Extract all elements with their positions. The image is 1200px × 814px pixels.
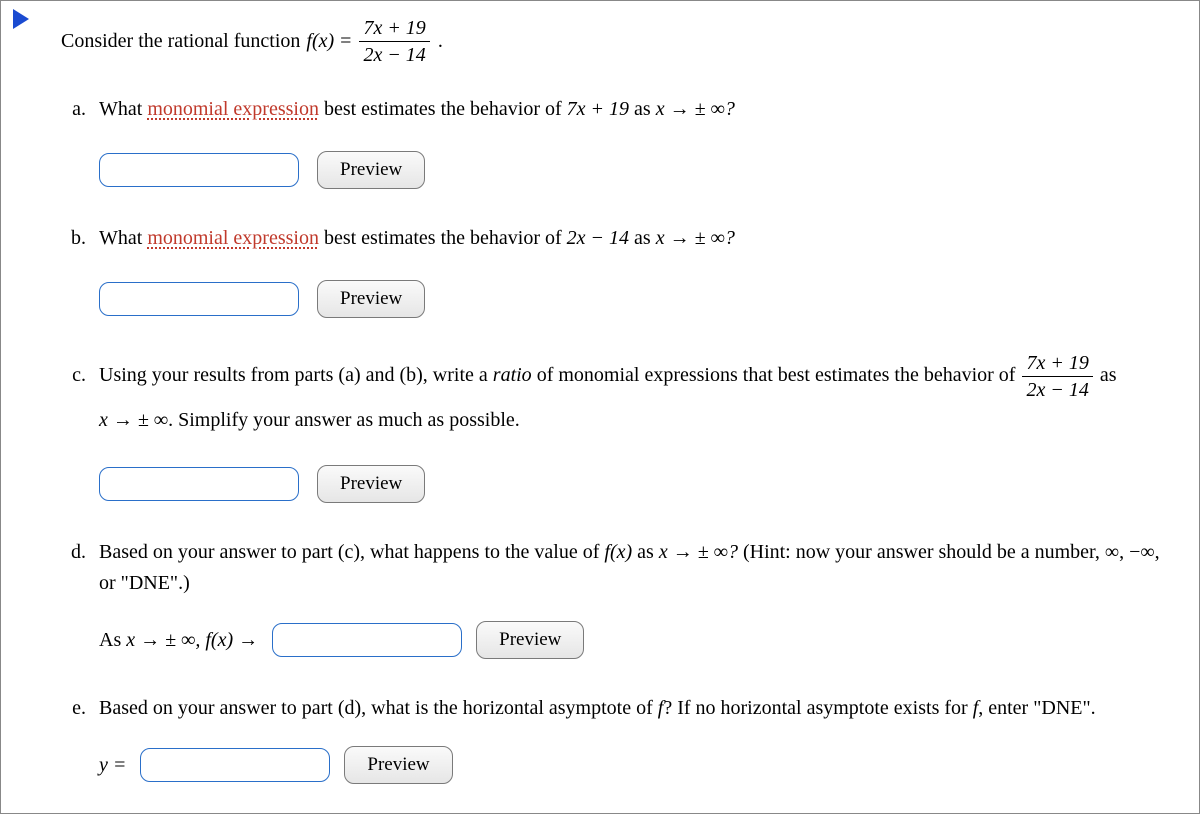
part-c: Using your results from parts (a) and (b… bbox=[91, 352, 1181, 503]
c-frac-num: 7x + 19 bbox=[1022, 352, 1092, 374]
a-limit: x → ± ∞? bbox=[656, 98, 735, 120]
b-post1: best estimates the behavior of bbox=[319, 227, 567, 249]
question-page: Consider the rational function f(x) = 7x… bbox=[0, 0, 1200, 814]
c-answer-row: Preview bbox=[99, 465, 1181, 503]
c-post1: of monomial expressions that best estima… bbox=[532, 364, 1021, 386]
part-e: Based on your answer to part (d), what i… bbox=[91, 693, 1181, 784]
d-input[interactable] bbox=[272, 623, 462, 657]
a-expr: 7x + 19 bbox=[567, 98, 629, 120]
e-input[interactable] bbox=[140, 748, 330, 782]
b-input[interactable] bbox=[99, 282, 299, 316]
d-inline-prefix: As bbox=[99, 629, 126, 651]
c-fraction: 7x + 19 2x − 14 bbox=[1022, 352, 1092, 401]
intro-period: . bbox=[438, 30, 443, 53]
part-b: What monomial expression best estimates … bbox=[91, 223, 1181, 318]
c-limit: x → ± ∞ bbox=[99, 409, 168, 431]
part-b-text: What monomial expression best estimates … bbox=[99, 223, 1181, 254]
d-pre: Based on your answer to part (c), what h… bbox=[99, 541, 604, 563]
a-post1: best estimates the behavior of bbox=[319, 98, 567, 120]
d-inline-label: As x → ± ∞, f(x) → bbox=[99, 629, 258, 652]
d-inline-fx: f(x) bbox=[205, 629, 233, 651]
e-preview-button[interactable]: Preview bbox=[344, 746, 452, 784]
d-inline-arrow: → bbox=[233, 629, 258, 651]
part-e-text: Based on your answer to part (d), what i… bbox=[99, 693, 1181, 724]
a-pre: What bbox=[99, 98, 147, 120]
c-preview-button[interactable]: Preview bbox=[317, 465, 425, 503]
d-inline-limit: x → ± ∞, bbox=[126, 629, 205, 651]
a-answer-row: Preview bbox=[99, 151, 1181, 189]
intro-fx: f(x) bbox=[306, 30, 334, 53]
d-fx: f(x) bbox=[604, 541, 632, 563]
c-pre: Using your results from parts (a) and (b… bbox=[99, 364, 493, 386]
b-answer-row: Preview bbox=[99, 280, 1181, 318]
a-input[interactable] bbox=[99, 153, 299, 187]
monomial-link-a[interactable]: monomial expression bbox=[147, 98, 319, 120]
intro-equals: = bbox=[340, 30, 351, 53]
fraction-bar bbox=[1022, 376, 1092, 377]
intro-lead: Consider the rational function bbox=[61, 30, 300, 53]
b-expr: 2x − 14 bbox=[567, 227, 629, 249]
intro-frac-num: 7x + 19 bbox=[359, 17, 429, 39]
intro-frac-den: 2x − 14 bbox=[359, 44, 429, 66]
c-input[interactable] bbox=[99, 467, 299, 501]
c-post2: as bbox=[1095, 364, 1117, 386]
e-yeq: y = bbox=[99, 754, 126, 777]
monomial-link-b[interactable]: monomial expression bbox=[147, 227, 319, 249]
parts-list: What monomial expression best estimates … bbox=[61, 94, 1181, 784]
c-ratio: ratio bbox=[493, 364, 532, 386]
part-d: Based on your answer to part (c), what h… bbox=[91, 537, 1181, 659]
intro-text: Consider the rational function f(x) = 7x… bbox=[61, 17, 1181, 66]
fraction-bar bbox=[359, 41, 429, 42]
part-a: What monomial expression best estimates … bbox=[91, 94, 1181, 189]
d-preview-button[interactable]: Preview bbox=[476, 621, 584, 659]
intro-fraction: 7x + 19 2x − 14 bbox=[359, 17, 429, 66]
e-post2: , enter "DNE". bbox=[978, 697, 1095, 719]
b-pre: What bbox=[99, 227, 147, 249]
e-pre: Based on your answer to part (d), what i… bbox=[99, 697, 658, 719]
e-answer-row: y = Preview bbox=[99, 746, 1181, 784]
b-limit: x → ± ∞? bbox=[656, 227, 735, 249]
d-post1: as bbox=[632, 541, 659, 563]
c-post3: . Simplify your answer as much as possib… bbox=[168, 409, 520, 431]
a-post2: as bbox=[629, 98, 656, 120]
b-post2: as bbox=[629, 227, 656, 249]
d-answer-row: As x → ± ∞, f(x) → Preview bbox=[99, 621, 1181, 659]
part-c-text: Using your results from parts (a) and (b… bbox=[99, 352, 1181, 439]
e-post1: ? If no horizontal asymptote exists for bbox=[663, 697, 972, 719]
c-frac-den: 2x − 14 bbox=[1022, 379, 1092, 401]
a-preview-button[interactable]: Preview bbox=[317, 151, 425, 189]
play-icon bbox=[13, 9, 29, 29]
part-d-text: Based on your answer to part (c), what h… bbox=[99, 537, 1181, 599]
part-a-text: What monomial expression best estimates … bbox=[99, 94, 1181, 125]
b-preview-button[interactable]: Preview bbox=[317, 280, 425, 318]
d-limit: x → ± ∞? bbox=[659, 541, 738, 563]
